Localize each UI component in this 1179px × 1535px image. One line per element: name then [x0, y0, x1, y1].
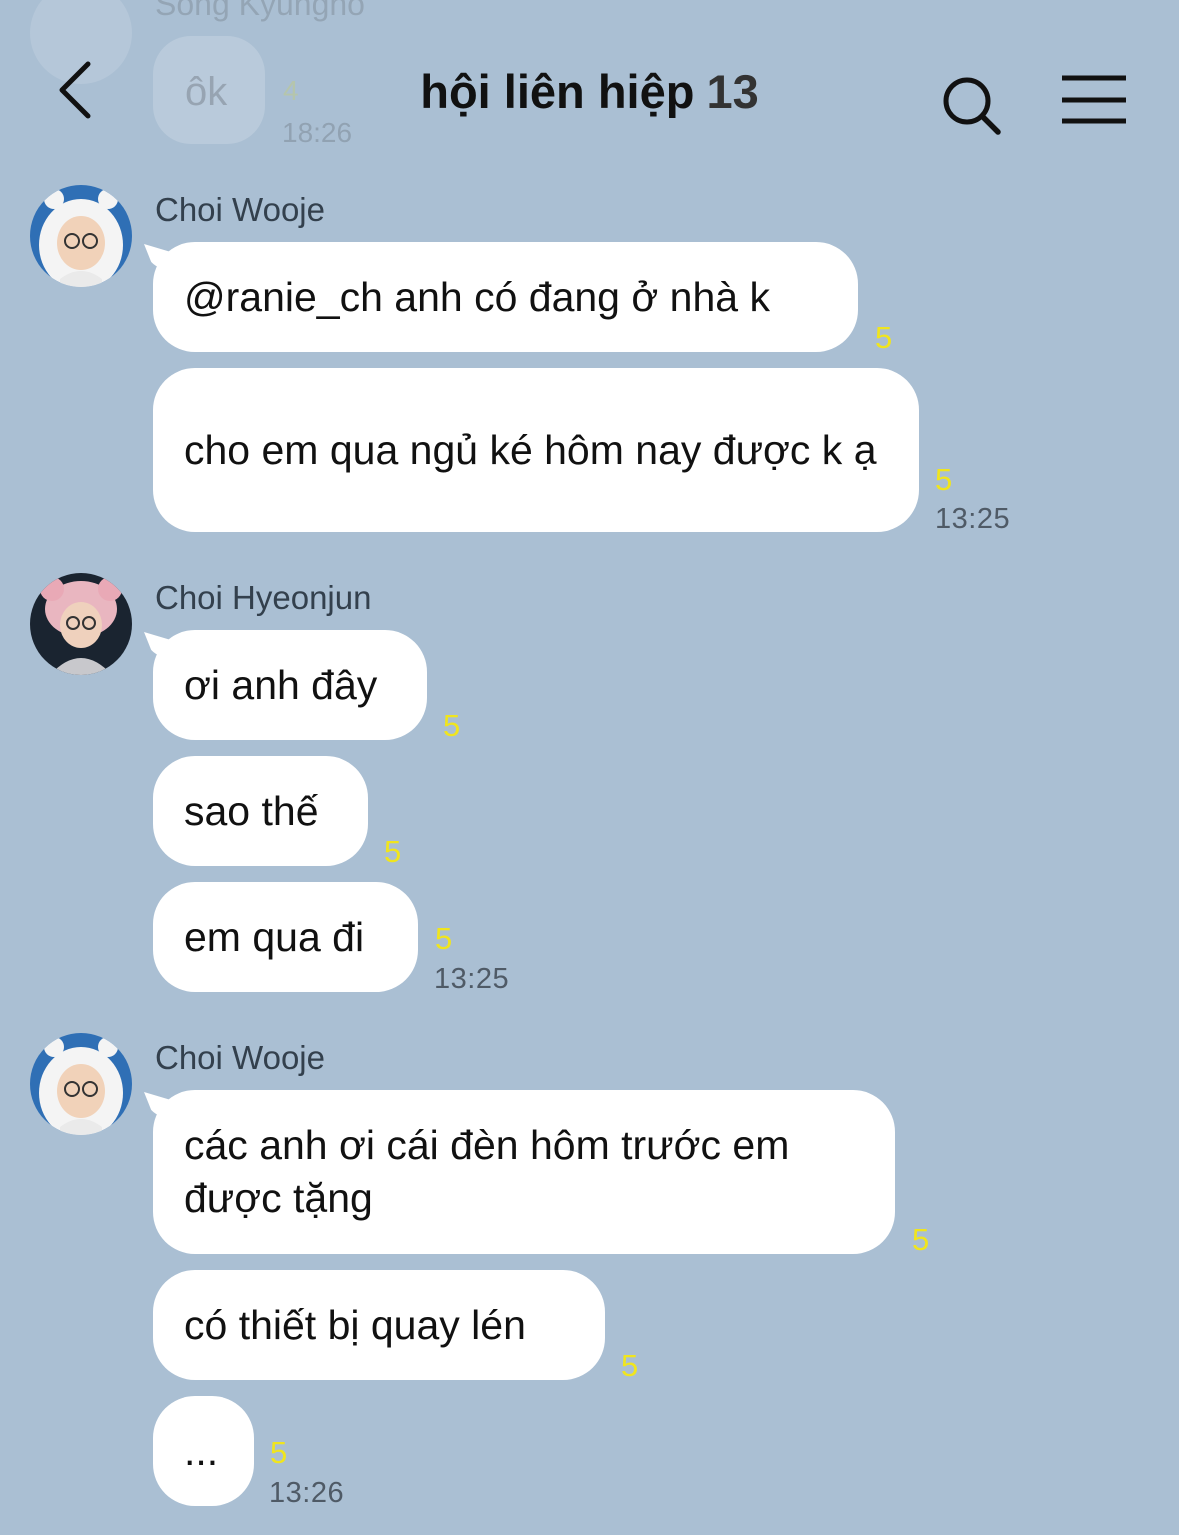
timestamp: 13:25 [434, 963, 510, 995]
sender-name: Choi Wooje [155, 1039, 325, 1076]
message-bubble[interactable]: có thiết bị quay lén [153, 1270, 605, 1380]
avatar-wooje[interactable] [30, 185, 132, 287]
read-count: 5 [621, 1348, 639, 1383]
message-bubble[interactable]: sao thế [153, 756, 368, 866]
message-bubble[interactable]: em qua đi [153, 882, 418, 992]
sender-name: Choi Hyeonjun [155, 579, 372, 616]
message-text: sao thế [184, 787, 319, 834]
timestamp: 13:26 [269, 1477, 345, 1509]
avatar-hyeonjun[interactable] [30, 573, 132, 675]
chat-header: hội liên hiệp 13 [0, 0, 1179, 170]
message-text: cho em qua ngủ ké hôm nay được k ạ [184, 426, 877, 473]
message-text: em qua đi [184, 913, 365, 960]
search-button[interactable] [938, 72, 1004, 138]
message-text: có thiết bị quay lén [184, 1301, 526, 1348]
read-count: 5 [443, 708, 461, 743]
message-bubble[interactable]: ... [153, 1396, 254, 1506]
message-text: ... [184, 1427, 219, 1474]
group-name: hội liên hiệp [420, 65, 695, 118]
message-bubble[interactable]: @ranie_ch anh có đang ở nhà k [153, 242, 858, 352]
avatar-wooje-icon [30, 185, 132, 287]
read-count: 5 [384, 834, 402, 869]
menu-button[interactable] [1058, 74, 1130, 126]
message-text: @ranie_ch anh có đang ở nhà k [184, 273, 770, 320]
timestamp: 13:25 [935, 503, 1011, 535]
member-count: 13 [706, 65, 759, 118]
read-count: 5 [912, 1222, 930, 1257]
avatar-hyeonjun-icon [30, 573, 132, 675]
read-count: 5 [875, 320, 893, 355]
search-icon [943, 77, 1001, 135]
sender-name: Choi Wooje [155, 191, 325, 228]
read-count: 5 [935, 462, 953, 497]
read-count: 5 [270, 1435, 288, 1470]
message-bubble[interactable]: các anh ơi cái đèn hôm trước em được tặn… [153, 1090, 895, 1254]
message-text: ơi anh đây [184, 661, 378, 708]
message-bubble[interactable]: ơi anh đây [153, 630, 427, 740]
message-text: các anh ơi cái đèn hôm trước em được tặn… [184, 1122, 790, 1221]
avatar-wooje-icon [30, 1033, 132, 1135]
avatar-wooje[interactable] [30, 1033, 132, 1135]
message-bubble[interactable]: cho em qua ngủ ké hôm nay được k ạ [153, 368, 919, 532]
menu-icon [1062, 75, 1126, 124]
read-count: 5 [435, 921, 453, 956]
